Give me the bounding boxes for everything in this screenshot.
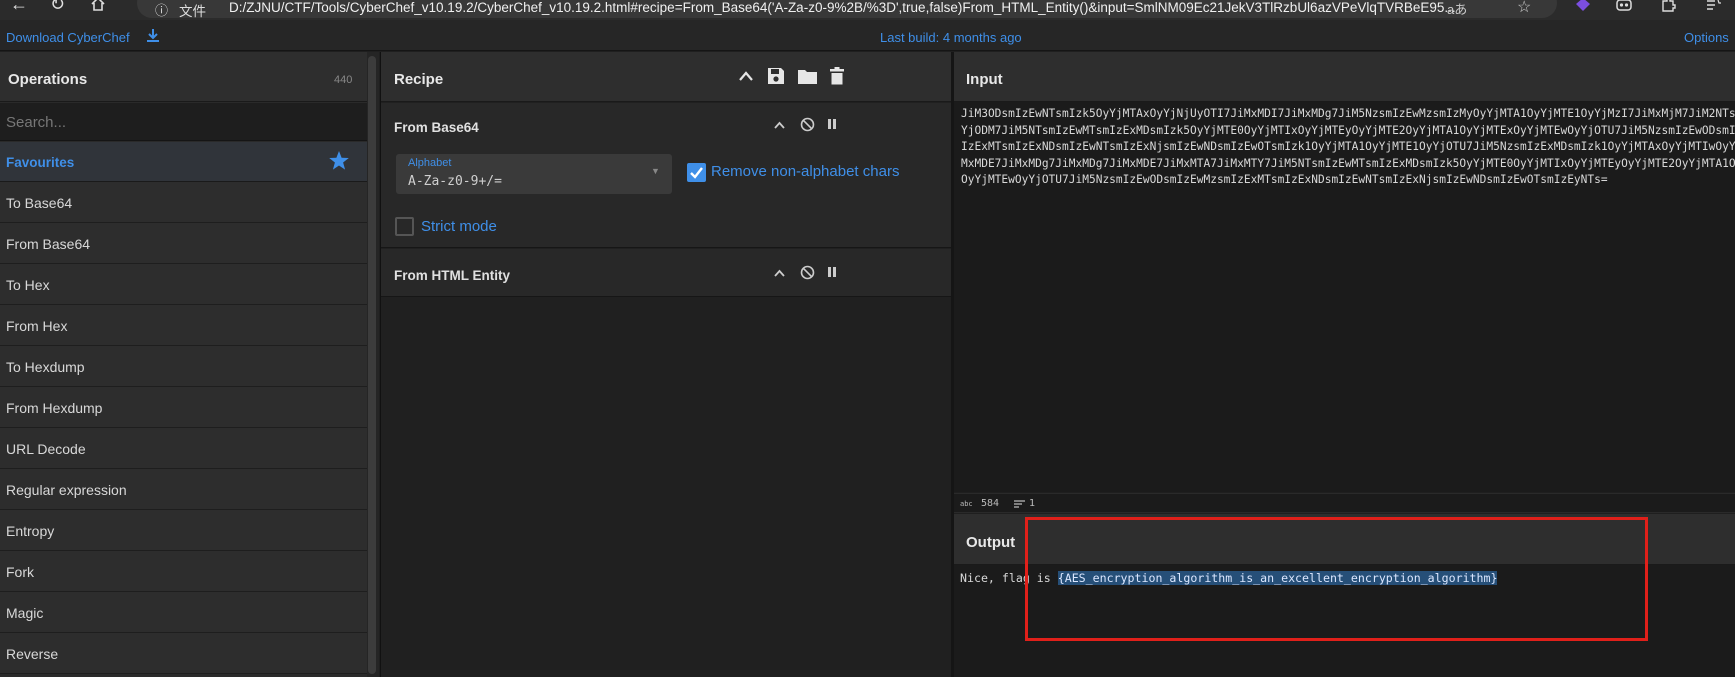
operation-label: From Hex [6, 318, 68, 334]
alphabet-select[interactable]: Alphabet A-Za-z0-9+/= ▼ [396, 154, 672, 194]
disable-icon[interactable] [800, 265, 815, 280]
collapse-icon[interactable] [774, 269, 785, 277]
back-icon[interactable]: ← [10, 0, 28, 15]
input-status-bar: abc 584 1 [954, 493, 1735, 513]
search-input[interactable] [0, 103, 367, 141]
input-line: MxMDE7JiMxMDg7JiMxMDg7JiMxMDE7JiMxMTA7Ji… [961, 156, 1735, 170]
save-recipe-icon[interactable] [767, 67, 785, 85]
operations-list: To Base64 From Base64 To Hex From Hex To… [0, 182, 367, 674]
operation-item[interactable]: To Hex [0, 264, 367, 305]
url-text[interactable]: D:/ZJNU/CTF/Tools/CyberChef_v10.19.2/Cyb… [229, 0, 1456, 15]
download-link[interactable]: Download CyberChef [6, 30, 130, 45]
home-icon[interactable] [90, 0, 106, 11]
operations-scrollbar[interactable] [367, 52, 379, 677]
collapse-icon[interactable] [774, 121, 785, 129]
operation-label: Magic [6, 605, 44, 621]
alphabet-label: Alphabet [408, 157, 452, 169]
scrollbar-thumb[interactable] [368, 56, 376, 674]
input-line: YjODM7JiM5NTsmIzEwMTsmIzExMDsmIzk5OyYjMT… [961, 123, 1735, 137]
last-build-link[interactable]: Last build: 4 months ago [880, 30, 1022, 45]
operation-label: To Base64 [6, 195, 73, 211]
favourites-category[interactable]: Favourites [0, 142, 367, 182]
operation-item[interactable]: From Hexdump [0, 387, 367, 428]
clear-recipe-trash-icon[interactable] [829, 67, 845, 85]
recipe-ingredient-from-base64: From Base64 Alphabet A-Za-z0-9+/= ▼ Remo… [381, 103, 952, 248]
input-panel: Input JiM3ODsmIzEwNTsmIzk5OyYjMTAxOyYjNj… [954, 52, 1735, 492]
operation-label: Regular expression [6, 482, 127, 498]
favourites-label: Favourites [6, 155, 75, 170]
input-textarea[interactable]: JiM3ODsmIzEwNTsmIzk5OyYjMTAxOyYjNjUyOTI7… [961, 106, 1735, 189]
operation-label: URL Decode [6, 441, 86, 457]
download-icon[interactable] [146, 28, 160, 43]
options-link[interactable]: Options [1684, 30, 1729, 45]
operations-title: Operations [8, 71, 88, 88]
input-title: Input [966, 71, 1003, 88]
strict-mode-checkbox[interactable] [395, 217, 414, 236]
operation-label: Entropy [6, 523, 55, 539]
operation-item[interactable]: Magic [0, 592, 367, 633]
input-line: OyYjMTEwOyYjOTU7JiM5NzsmIzEwODsmIzEwMzsm… [961, 173, 1608, 186]
operation-item[interactable]: Reverse [0, 633, 367, 674]
operation-label: Reverse [6, 646, 59, 662]
input-line-count: 1 [1029, 498, 1036, 509]
operation-label: To Hexdump [6, 359, 85, 375]
breakpoint-pause-icon[interactable] [827, 266, 837, 278]
input-line: IzExMTsmIzExNDsmIzEwNTsmIzExNjsmIzEwNDsm… [961, 140, 1735, 153]
site-info-icon[interactable]: ⓘ [155, 0, 168, 18]
extension-gem-icon[interactable] [1575, 0, 1591, 12]
extension-mask-icon[interactable] [1616, 0, 1632, 12]
breakpoint-pause-icon[interactable] [827, 118, 837, 130]
ingredient-title: From HTML Entity [394, 268, 510, 283]
favorites-list-icon[interactable] [1705, 0, 1721, 12]
operation-item[interactable]: To Base64 [0, 182, 367, 223]
file-scheme-label: 文件 [179, 4, 206, 18]
read-aloud-icon[interactable]: aあ [1447, 0, 1467, 18]
operation-item[interactable]: From Hex [0, 305, 367, 346]
operation-item[interactable]: Entropy [0, 510, 367, 551]
operation-label: From Hexdump [6, 400, 103, 416]
disable-icon[interactable] [800, 117, 815, 132]
operation-item[interactable]: URL Decode [0, 428, 367, 469]
collapse-all-icon[interactable] [739, 71, 753, 81]
annotation-highlight-box [1025, 517, 1648, 641]
operation-item[interactable]: Regular expression [0, 469, 367, 510]
ingredient-title: From Base64 [394, 120, 479, 135]
load-recipe-folder-icon[interactable] [797, 67, 818, 85]
strict-mode-label[interactable]: Strict mode [421, 218, 497, 235]
length-icon: abc [960, 500, 973, 508]
browser-toolbar: ← ↻ ⓘ 文件 D:/ZJNU/CTF/Tools/CyberChef_v10… [0, 0, 1735, 20]
lines-icon [1014, 500, 1025, 508]
recipe-title: Recipe [394, 71, 444, 88]
operation-label: Fork [6, 564, 34, 580]
output-title: Output [966, 534, 1016, 551]
extensions-puzzle-icon[interactable] [1660, 0, 1676, 12]
operation-item[interactable]: To Hexdump [0, 346, 367, 387]
remove-non-alphabet-label[interactable]: Remove non-alphabet chars [711, 163, 899, 180]
operation-label: To Hex [6, 277, 50, 293]
operations-panel: Operations 440 Favourites To Base64 From… [0, 52, 367, 677]
recipe-panel: Recipe From Base64 Alphabet A-Za-z0-9+/=… [380, 52, 952, 677]
refresh-icon[interactable]: ↻ [50, 0, 65, 15]
favorite-star-icon[interactable]: ☆ [1517, 0, 1531, 17]
input-header: Input [954, 52, 1735, 102]
remove-non-alphabet-checkbox[interactable] [687, 163, 706, 182]
input-length: 584 [981, 498, 1000, 509]
operation-item[interactable]: From Base64 [0, 223, 367, 264]
operations-count: 440 [334, 74, 353, 86]
recipe-header: Recipe [381, 52, 952, 102]
operation-label: From Base64 [6, 236, 91, 252]
operation-item[interactable]: Fork [0, 551, 367, 592]
alphabet-value: A-Za-z0-9+/= [408, 174, 502, 189]
star-icon[interactable] [328, 150, 350, 171]
input-line: JiM3ODsmIzEwNTsmIzk5OyYjMTAxOyYjNjUyOTI7… [961, 107, 1735, 120]
operations-search [0, 103, 367, 141]
operations-header: Operations 440 [0, 52, 367, 102]
cyberchef-banner: Download CyberChef Last build: 4 months … [0, 20, 1735, 51]
chevron-down-icon: ▼ [651, 166, 660, 176]
recipe-ingredient-from-html-entity: From HTML Entity [381, 249, 952, 297]
checkmark-icon [690, 167, 703, 179]
address-bar[interactable]: ⓘ 文件 D:/ZJNU/CTF/Tools/CyberChef_v10.19.… [137, 0, 1557, 18]
